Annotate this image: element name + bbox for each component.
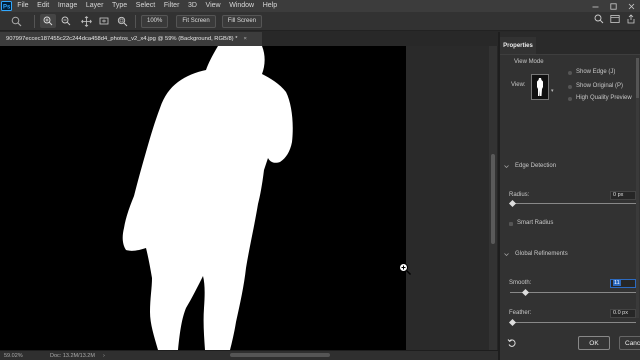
smooth-slider-knob[interactable] [521, 288, 530, 297]
radius-input[interactable]: 0 px [610, 191, 636, 200]
zoom-100-button[interactable]: 100% [141, 14, 169, 28]
photoshop-logo-icon: Ps [1, 1, 12, 11]
panel-tab-row: Properties [500, 32, 640, 54]
zoom-tool-icon[interactable] [8, 14, 24, 28]
chevron-down-icon [504, 252, 509, 256]
show-edge-label: Show Edge (J) [576, 69, 616, 75]
menu-window[interactable]: Window [225, 0, 259, 12]
fit-screen-button[interactable]: Fit Screen [176, 14, 216, 28]
high-quality-checkbox[interactable] [568, 97, 572, 101]
document-tab[interactable]: 907997eccec187455c22c244dca458d4_photos_… [0, 32, 262, 46]
zoom-search-icon[interactable] [114, 14, 130, 28]
feather-label: Feather: [509, 310, 532, 316]
properties-panel: Properties View Mode View: ▾ Show Edge (… [500, 32, 640, 360]
tab-properties[interactable]: Properties [500, 37, 536, 54]
status-zoom[interactable]: 59.02% [0, 353, 44, 359]
chevron-down-icon [504, 164, 509, 168]
global-refinements-heading: Global Refinements [515, 251, 568, 257]
fill-screen-button[interactable]: Fill Screen [221, 14, 263, 28]
menu-layer[interactable]: Layer [82, 0, 108, 12]
show-edge-checkbox[interactable] [568, 71, 572, 75]
edge-detection-section[interactable]: Edge Detection [504, 163, 556, 169]
smooth-value: 11 [613, 280, 621, 286]
feather-slider-knob[interactable] [508, 318, 517, 327]
zoom-in-icon[interactable] [40, 14, 56, 28]
panel-scrollbar[interactable] [636, 58, 639, 318]
image-canvas[interactable] [0, 46, 406, 350]
view-mode-thumbnail[interactable] [531, 74, 549, 100]
panel-divider-line [500, 54, 640, 55]
tab-close-icon[interactable]: × [243, 36, 246, 42]
view-label: View: [511, 82, 526, 88]
canvas-area[interactable] [0, 46, 498, 350]
options-bar: 100% Fit Screen Fill Screen [0, 12, 640, 31]
close-icon[interactable] [622, 0, 640, 12]
canvas-vertical-scrollbar[interactable] [489, 46, 497, 350]
status-doc-info: Doc: 13.2M/13.2M [50, 352, 95, 359]
smooth-label: Smooth: [509, 280, 532, 286]
reset-icon[interactable] [507, 338, 517, 348]
subject-mask-silhouette [122, 46, 293, 350]
radius-slider-track[interactable] [510, 203, 636, 204]
scroll-thumb[interactable] [491, 154, 495, 244]
menu-help[interactable]: Help [258, 0, 281, 12]
feather-slider-track[interactable] [510, 322, 636, 323]
smart-radius-label: Smart Radius [517, 220, 554, 226]
smooth-input[interactable]: 11 [610, 279, 636, 288]
ok-button[interactable]: OK [578, 336, 610, 350]
view-thumbnail-icon [537, 78, 543, 96]
minimize-icon[interactable] [586, 0, 604, 12]
menu-edit[interactable]: Edit [33, 0, 54, 12]
workspace-icon[interactable] [610, 14, 620, 24]
menu-image[interactable]: Image [54, 0, 82, 12]
radius-slider-knob[interactable] [508, 199, 517, 208]
svg-text:Ps: Ps [3, 5, 11, 11]
menu-select[interactable]: Select [131, 0, 159, 12]
options-divider [135, 14, 136, 28]
move-icon[interactable] [78, 14, 94, 28]
zoom-out-icon[interactable] [58, 14, 74, 28]
pasteboard [406, 46, 490, 350]
zoom-cursor-icon [399, 263, 412, 276]
menu-3d[interactable]: 3D [184, 0, 202, 12]
view-mode-heading: View Mode [514, 59, 544, 65]
document-title: 907997eccec187455c22c244dca458d4_photos_… [6, 36, 238, 42]
smart-radius-checkbox[interactable] [509, 222, 513, 226]
share-icon[interactable] [626, 14, 636, 24]
search-icon[interactable] [594, 14, 604, 24]
menu-type[interactable]: Type [108, 0, 132, 12]
menu-bar: Ps File Edit Image Layer Type Select Fil… [0, 0, 640, 12]
view-mode-caret-icon[interactable]: ▾ [551, 88, 554, 94]
canvas-horizontal-scrollbar[interactable] [230, 353, 330, 357]
panel-scroll-thumb[interactable] [636, 58, 639, 98]
cancel-button[interactable]: Cancel [619, 336, 640, 350]
hand-icon[interactable] [96, 14, 112, 28]
menu-file[interactable]: File [13, 0, 33, 12]
menu-view[interactable]: View [201, 0, 225, 12]
feather-input[interactable]: 0.0 px [610, 309, 636, 318]
status-bar: 59.02% Doc: 13.2M/13.2M › [0, 350, 498, 360]
maximize-icon[interactable] [604, 0, 622, 12]
global-refinements-section[interactable]: Global Refinements [504, 251, 568, 257]
high-quality-label: High Quality Preview [576, 95, 632, 101]
show-original-checkbox[interactable] [568, 85, 572, 89]
radius-label: Radius: [509, 192, 530, 198]
status-menu-arrow[interactable]: › [103, 353, 105, 359]
menu-filter[interactable]: Filter [160, 0, 184, 12]
options-right-icons [594, 14, 636, 24]
document-tab-bar: 907997eccec187455c22c244dca458d4_photos_… [0, 32, 498, 46]
edge-detection-heading: Edge Detection [515, 163, 557, 169]
options-divider [34, 14, 35, 28]
window-controls [586, 0, 640, 12]
show-original-label: Show Original (P) [576, 83, 624, 89]
